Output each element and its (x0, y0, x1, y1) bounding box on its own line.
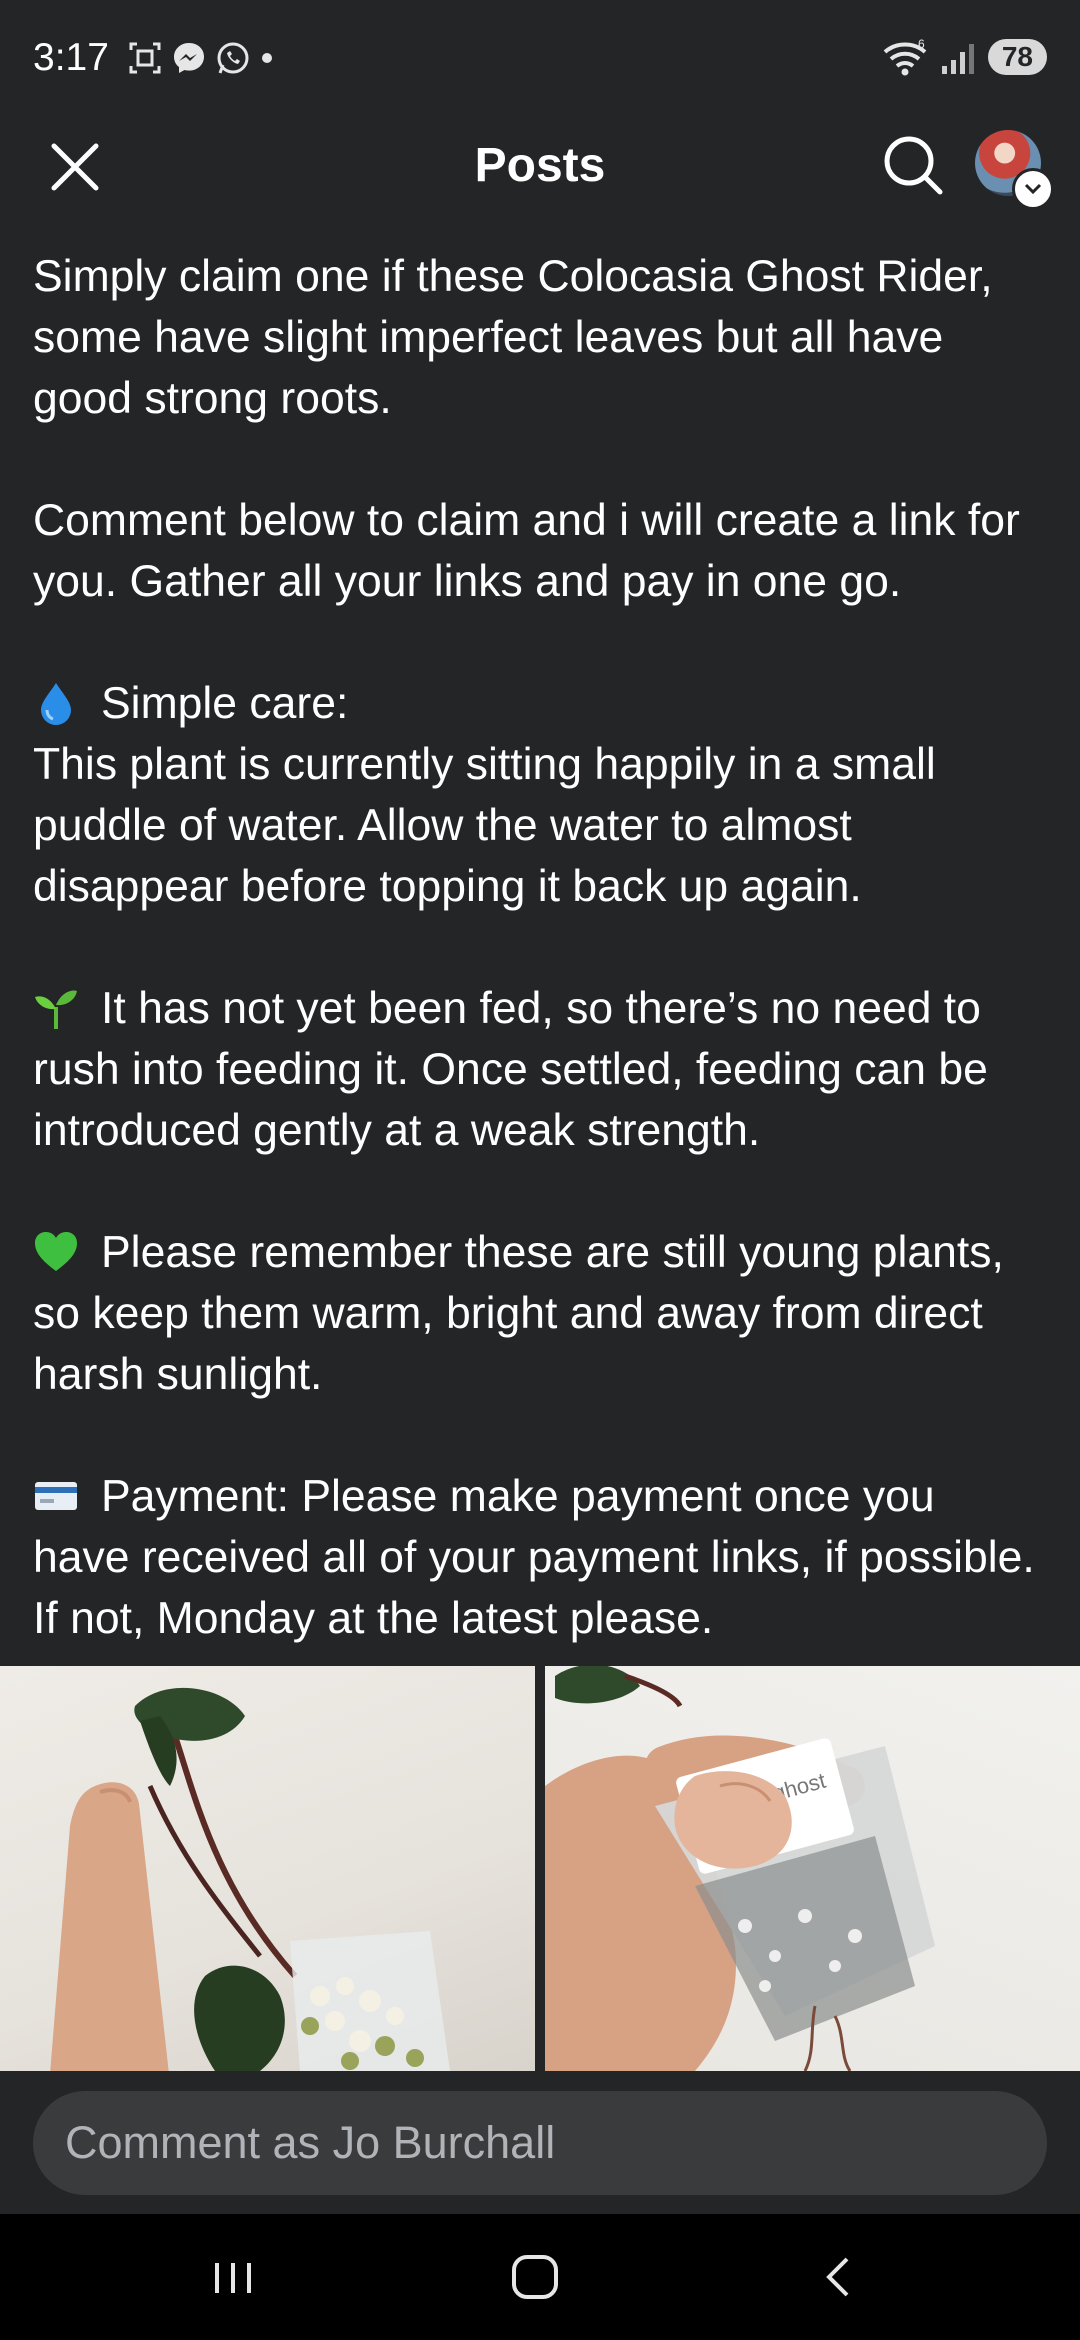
chevron-down-icon[interactable] (1012, 168, 1054, 210)
messenger-icon (174, 43, 204, 73)
dot-icon (262, 53, 272, 63)
seedling-emoji (35, 990, 77, 1029)
notification-icons (127, 40, 275, 76)
back-icon (826, 2257, 849, 2297)
signal-icon (941, 40, 974, 74)
post-paragraph: Please remember these are still young pl… (33, 1222, 1043, 1405)
battery-indicator: 78 (987, 39, 1047, 75)
recent-apps-icon (215, 2263, 251, 2293)
plant-photo-left[interactable] (0, 1666, 535, 2071)
wifi-label: 6 (918, 38, 925, 51)
young-plants-text: Please remember these are still young pl… (33, 1228, 1004, 1399)
status-time: 3:17 (33, 36, 109, 79)
navigation-bar (0, 2214, 1080, 2340)
care-heading: Simple care: (101, 679, 349, 728)
post-paragraph: Simply claim one if these Colocasia Ghos… (33, 252, 993, 423)
comment-input[interactable] (33, 2091, 1047, 2195)
care-text: This plant is currently sitting happily … (33, 740, 936, 911)
post-text: Simply claim one if these Colocasia Ghos… (33, 246, 1043, 1649)
post-paragraph: Payment: Please make payment once you ha… (33, 1466, 1043, 1649)
home-icon (512, 2255, 558, 2299)
back-button[interactable] (799, 2247, 879, 2307)
post-images: ghost (0, 1666, 1080, 2071)
credit-card-emoji (35, 1482, 77, 1510)
whatsapp-icon (217, 42, 249, 74)
recent-apps-button[interactable] (193, 2247, 273, 2307)
post-paragraph: Comment below to claim and i will create… (33, 496, 1020, 606)
green-heart-emoji (35, 1232, 77, 1271)
payment-text: Payment: Please make payment once you ha… (33, 1472, 1035, 1643)
search-button[interactable] (878, 130, 948, 200)
comment-bar (0, 2071, 1080, 2214)
status-right: 6 78 (882, 38, 1047, 76)
app-bar: Posts (0, 120, 1080, 210)
feeding-text: It has not yet been fed, so there’s no n… (33, 984, 988, 1155)
droplet-emoji (41, 683, 71, 725)
plant-photo-right[interactable]: ghost (545, 1666, 1080, 2071)
search-icon (884, 136, 943, 195)
wifi-icon: 6 (883, 38, 927, 76)
status-bar: 3:17 6 78 (0, 0, 1080, 120)
post-paragraph: It has not yet been fed, so there’s no n… (33, 978, 1043, 1161)
home-button[interactable] (495, 2247, 575, 2307)
photo-divider (535, 1666, 545, 2071)
screenshot-icon (129, 42, 161, 74)
post-paragraph: Simple care: This plant is currently sit… (33, 673, 1043, 917)
